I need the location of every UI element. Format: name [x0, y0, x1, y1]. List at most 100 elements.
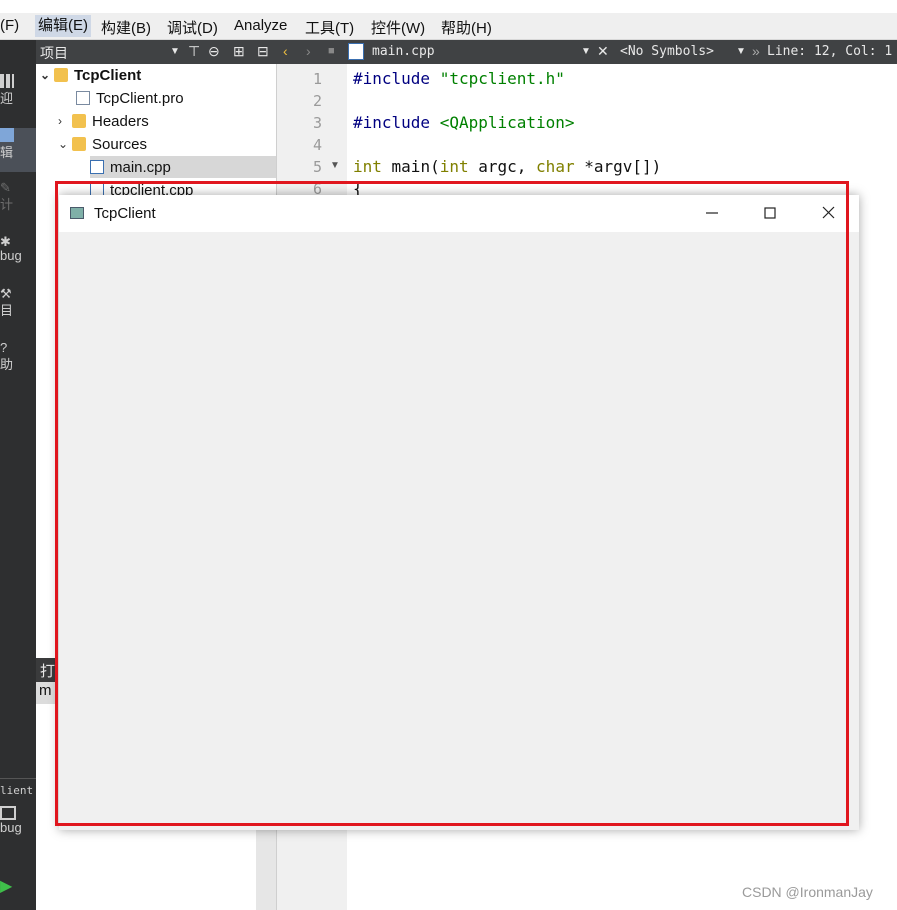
forward-icon[interactable]: ›: [306, 43, 311, 59]
menu-widgets[interactable]: 控件(W): [371, 17, 425, 38]
mode-design-label: 计: [0, 197, 14, 212]
include-directive: #include: [353, 69, 431, 88]
mode-help[interactable]: ? 助: [0, 340, 36, 384]
symbols-dropdown-icon[interactable]: ▼: [736, 46, 746, 57]
cpp-file-icon: [90, 160, 104, 174]
mode-debug[interactable]: ✱ bug: [0, 234, 36, 278]
mode-welcome-label: 迎: [0, 91, 14, 106]
code-line-1: #include "tcpclient.h": [353, 69, 565, 88]
code-line-3: #include <QApplication>: [353, 113, 575, 132]
tree-headers-label: Headers: [92, 112, 149, 130]
minimize-icon: [706, 212, 718, 214]
mode-projects[interactable]: ⚒ 目: [0, 286, 36, 330]
minimize-button[interactable]: [683, 195, 741, 232]
menu-help[interactable]: 帮助(H): [441, 17, 492, 38]
more-icon[interactable]: »: [752, 43, 760, 59]
mode-sidebar: 迎 辑 ✎ 计 ✱ bug ⚒ 目 ? 助 lient bug ▶: [0, 40, 36, 910]
tree-project-label: TcpClient: [74, 66, 142, 84]
tree-scroll-area: [256, 828, 276, 910]
kit-project-label: lient: [0, 784, 34, 797]
maximize-icon: [764, 207, 776, 219]
include-path: <QApplication>: [439, 113, 575, 132]
symbols-selector[interactable]: <No Symbols>: [620, 44, 714, 59]
lock-icon: ■: [328, 45, 335, 57]
filter-icon[interactable]: ⊤: [188, 43, 200, 60]
pro-file-icon: [76, 91, 90, 105]
pane-dropdown-icon[interactable]: ▼: [170, 46, 180, 57]
menu-build[interactable]: 构建(B): [101, 17, 151, 38]
maximize-button[interactable]: [741, 195, 799, 232]
tree-main-cpp[interactable]: main.cpp: [90, 156, 276, 178]
close-pane-icon[interactable]: ⊟: [257, 43, 269, 60]
menu-edit[interactable]: 编辑(E): [35, 15, 91, 37]
code-text: main(: [381, 157, 440, 176]
code-line-5: int main(int argc, char *argv[]): [353, 157, 661, 176]
code-text: *argv[]): [574, 157, 662, 176]
mode-projects-label: 目: [0, 303, 14, 318]
tree-main-label: main.cpp: [110, 158, 171, 176]
line-number: 5: [312, 158, 322, 176]
code-text: argc,: [468, 157, 537, 176]
menu-tools[interactable]: 工具(T): [305, 17, 354, 38]
editor-toolbar: 项目 ▼ ⊤ ⊖ ⊞ ⊟ ‹ › ■ main.cpp ▼ ✕ <No Symb…: [36, 40, 897, 64]
tree-sources[interactable]: ⌄ Sources: [58, 133, 147, 155]
mode-help-label: 助: [0, 357, 14, 372]
tree-pro-file[interactable]: TcpClient.pro: [76, 87, 184, 109]
open-documents-pane: 打 m: [36, 658, 58, 704]
keyword-int: int: [353, 157, 382, 176]
menu-debug[interactable]: 调试(D): [167, 17, 218, 38]
monitor-icon: [0, 806, 16, 820]
mode-divider: [0, 778, 36, 779]
open-file-name[interactable]: main.cpp: [372, 44, 435, 59]
line-number: 2: [312, 92, 322, 110]
wrench-icon: ⚒: [0, 286, 12, 301]
window-client-area[interactable]: [59, 232, 859, 830]
app-icon: [70, 207, 84, 219]
mode-design[interactable]: ✎ 计: [0, 180, 36, 224]
close-file-icon[interactable]: ✕: [597, 43, 609, 60]
window-titlebar[interactable]: TcpClient: [59, 195, 859, 232]
tree-sources-label: Sources: [92, 135, 148, 153]
menu-file[interactable]: (F): [0, 17, 19, 34]
menu-analyze[interactable]: Analyze: [234, 17, 287, 34]
back-icon[interactable]: ‹: [283, 43, 288, 59]
include-path: "tcpclient.h": [439, 69, 565, 88]
tree-headers[interactable]: › Headers: [58, 110, 149, 132]
close-icon: [822, 206, 835, 219]
help-icon: ?: [0, 340, 8, 355]
link-icon[interactable]: ⊖: [208, 43, 220, 60]
pane-title: 项目: [40, 45, 68, 61]
keyword-char: char: [536, 157, 575, 176]
tree-project[interactable]: ⌄ TcpClient: [40, 64, 141, 86]
split-icon[interactable]: ⊞: [233, 43, 245, 60]
edit-icon: [0, 128, 14, 142]
line-number: 1: [312, 70, 322, 88]
cursor-position: Line: 12, Col: 1: [767, 44, 893, 59]
file-dropdown-icon[interactable]: ▼: [581, 46, 591, 57]
menu-bar: (F) 编辑(E) 构建(B) 调试(D) Analyze 工具(T) 控件(W…: [0, 13, 897, 40]
pencil-icon: ✎: [0, 180, 11, 195]
window-title: TcpClient: [94, 205, 156, 222]
close-button[interactable]: [799, 195, 857, 232]
mode-edit[interactable]: 辑: [0, 128, 36, 172]
run-icon[interactable]: ▶: [0, 876, 36, 898]
cpp-file-icon: [348, 43, 364, 60]
open-document-item[interactable]: m: [36, 682, 58, 704]
tcpclient-window[interactable]: TcpClient: [59, 195, 859, 830]
mode-edit-label: 辑: [0, 145, 14, 160]
bug-icon: ✱: [0, 234, 11, 249]
include-directive: #include: [353, 113, 431, 132]
mode-debug-label: bug: [0, 248, 22, 263]
chevron-down-icon[interactable]: ⌄: [40, 68, 54, 82]
headers-folder-icon: [72, 114, 86, 128]
mode-welcome[interactable]: 迎: [0, 74, 36, 118]
sources-folder-icon: [72, 137, 86, 151]
line-number: 3: [312, 114, 322, 132]
open-documents-title: 打: [40, 663, 56, 680]
chevron-down-icon[interactable]: ⌄: [58, 137, 72, 151]
watermark: CSDN @IronmanJay: [742, 884, 873, 900]
chevron-right-icon[interactable]: ›: [58, 114, 72, 128]
kit-selector[interactable]: bug: [0, 806, 36, 852]
kit-build-label: bug: [0, 820, 22, 835]
fold-arrow-icon[interactable]: ▼: [330, 160, 340, 171]
